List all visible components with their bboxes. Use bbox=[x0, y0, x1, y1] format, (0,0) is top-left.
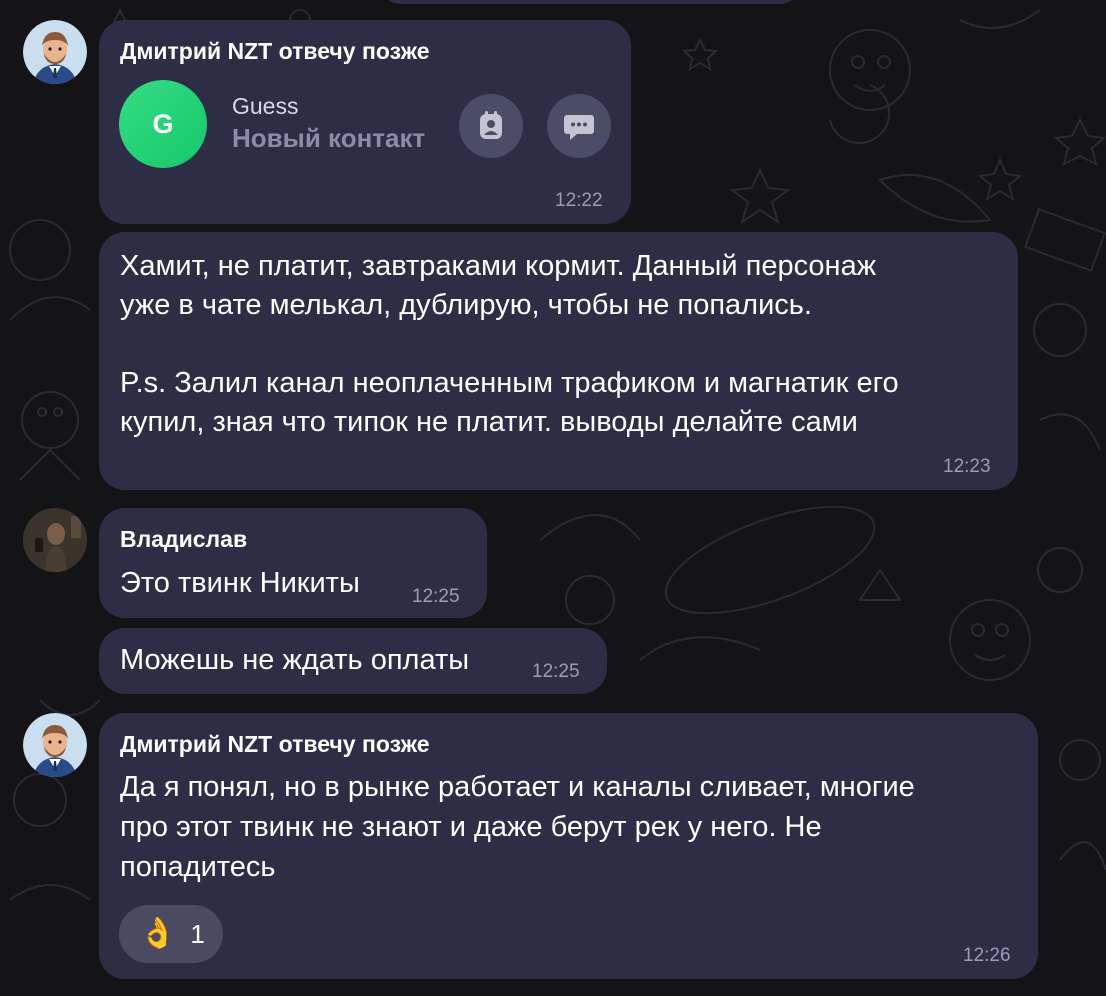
message-text-line: уже в чате мелькал, дублирую, чтобы не п… bbox=[120, 289, 812, 321]
message-text-line: попадитесь bbox=[120, 851, 276, 883]
previous-message-bubble-edge bbox=[380, 0, 800, 4]
contact-avatar[interactable]: G bbox=[119, 80, 207, 168]
message-bubble-contact[interactable]: Дмитрий NZT отвечу позже G Guess Новый к… bbox=[99, 20, 631, 224]
message-text-line: P.s. Залил канал неоплаченным трафиком и… bbox=[120, 367, 899, 399]
message-time: 12:25 bbox=[412, 586, 460, 607]
message-time: 12:22 bbox=[555, 190, 603, 211]
message-icon bbox=[564, 115, 594, 140]
message-bubble-text[interactable]: Дмитрий NZT отвечу позже Да я понял, но … bbox=[99, 713, 1038, 979]
reaction-chip[interactable]: 👌 1 bbox=[119, 905, 223, 963]
sender-avatar[interactable] bbox=[23, 713, 87, 777]
message-text-line: купил, зная что типок не платит. выводы … bbox=[120, 406, 858, 438]
message-bubble-text[interactable]: Можешь не ждать оплаты 12:25 bbox=[99, 628, 607, 694]
sender-name[interactable]: Дмитрий NZT отвечу позже bbox=[120, 731, 430, 758]
message-contact-button[interactable] bbox=[547, 94, 611, 158]
message-text-line: про этот твинк не знают и даже берут рек… bbox=[120, 811, 822, 843]
view-contact-button[interactable] bbox=[459, 94, 523, 158]
message-bubble-text[interactable]: Владислав Это твинк Никиты 12:25 bbox=[99, 508, 487, 618]
message-bubble-text[interactable]: Хамит, не платит, завтраками кормит. Дан… bbox=[99, 232, 1018, 490]
message-text: Можешь не ждать оплаты bbox=[120, 644, 470, 676]
contact-subtitle: Новый контакт bbox=[232, 123, 426, 153]
message-time: 12:26 bbox=[963, 945, 1011, 966]
sender-avatar[interactable] bbox=[23, 508, 87, 572]
reaction-count: 1 bbox=[190, 918, 205, 949]
message-time: 12:25 bbox=[532, 661, 580, 682]
photo-avatar-icon bbox=[23, 508, 87, 572]
sender-avatar[interactable] bbox=[23, 20, 87, 84]
cartoon-man-avatar-icon bbox=[23, 20, 87, 84]
message-text-line: Хамит, не платит, завтраками кормит. Дан… bbox=[120, 250, 877, 282]
contact-card-icon bbox=[480, 111, 502, 139]
ok-hand-emoji-icon: 👌 bbox=[139, 917, 177, 950]
sender-name[interactable]: Владислав bbox=[120, 526, 247, 553]
message-time: 12:23 bbox=[943, 456, 991, 477]
contact-name[interactable]: Guess bbox=[232, 93, 298, 120]
message-text: Это твинк Никиты bbox=[120, 567, 360, 599]
message-text-line: Да я понял, но в рынке работает и каналы… bbox=[120, 771, 915, 803]
sender-name[interactable]: Дмитрий NZT отвечу позже bbox=[120, 38, 430, 65]
cartoon-man-avatar-icon bbox=[23, 713, 87, 777]
